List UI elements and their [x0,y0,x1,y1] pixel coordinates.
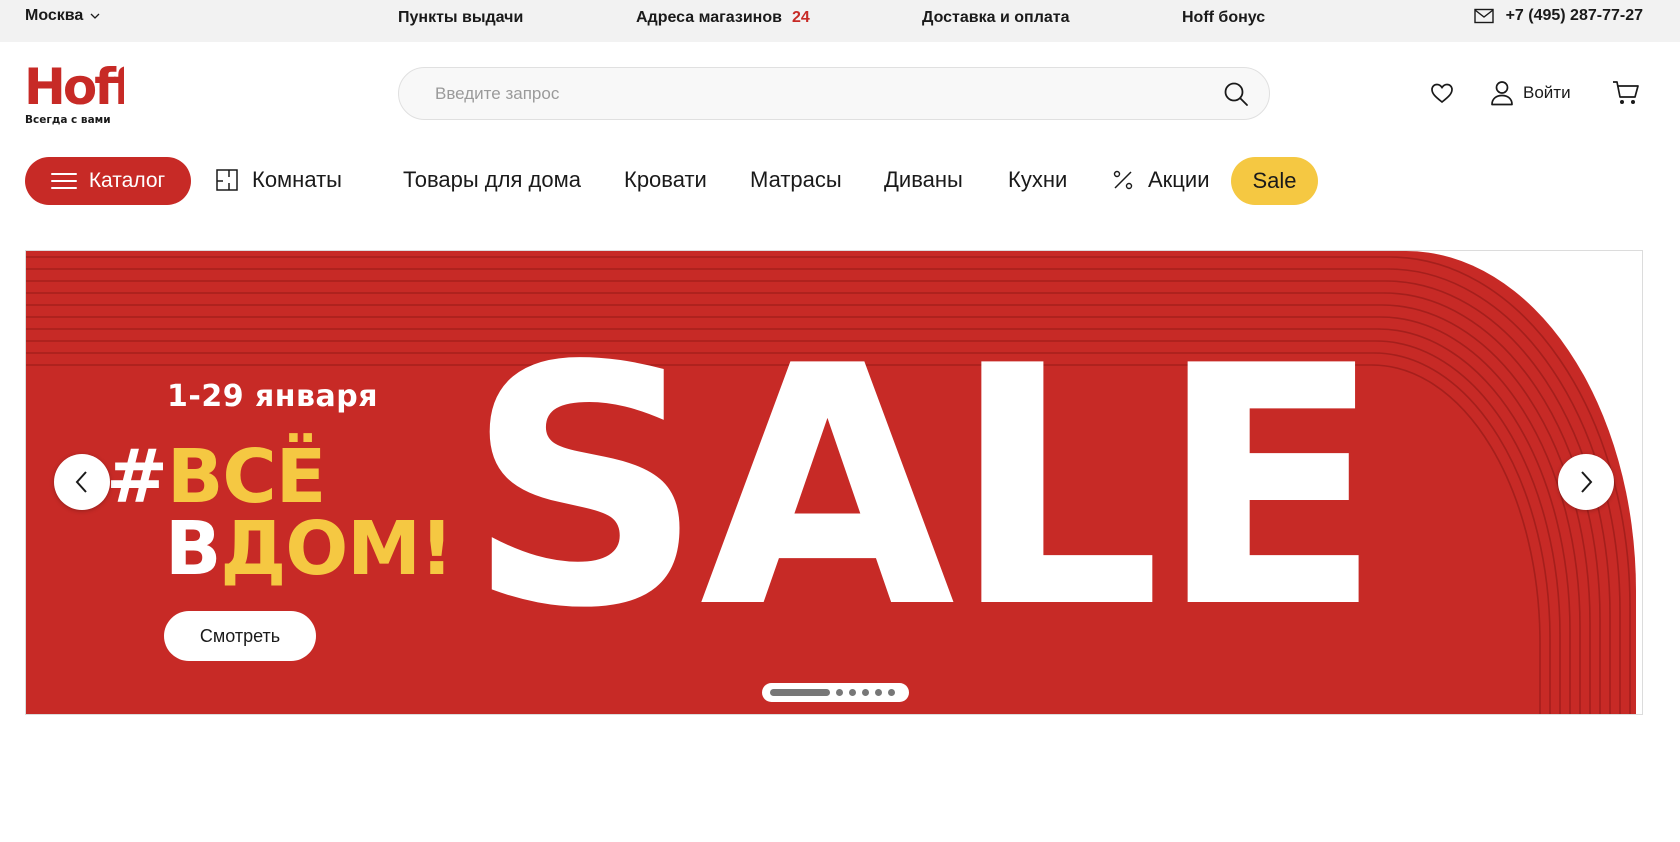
nav-sale-label: Sale [1252,168,1297,193]
mail-icon [1473,8,1494,24]
catalog-button[interactable]: Каталог [25,157,191,205]
slide-indicator[interactable] [862,689,869,696]
cart-icon[interactable] [1612,80,1640,106]
hoff-logo-mark: Hoff Всегда с вами [24,58,139,126]
top-bar: Москва Пункты выдачи Адреса магазинов 24 … [0,0,1680,42]
slide-indicator-active[interactable] [770,689,830,696]
chevron-down-icon [90,13,100,19]
slide-indicator[interactable] [849,689,856,696]
hoff-bonus-link[interactable]: Hoff бонус [1182,9,1265,27]
banner-prev-button[interactable] [54,454,110,510]
hoff-logo[interactable]: Hoff Всегда с вами [24,58,139,126]
banner-cta-button[interactable]: Смотреть [164,611,316,661]
heart-icon[interactable] [1430,81,1454,105]
nav-sofas[interactable]: Диваны [884,167,963,193]
city-selector[interactable]: Москва [25,7,101,25]
logo-tagline: Всегда с вами [25,114,111,126]
nav-mattresses[interactable]: Матрасы [750,167,842,193]
nav-promos[interactable]: Акции [1112,167,1209,193]
slide-indicator[interactable] [888,689,895,696]
hero-banner[interactable]: 1-29 января #ВСЁ ВДОМ! SALE Смотреть [25,250,1643,715]
banner-headline: SALE [466,296,1383,680]
store-count-badge: 24 [791,9,810,26]
catalog-label: Каталог [88,169,166,192]
banner-next-button[interactable] [1558,454,1614,510]
logo-wordmark: Hoff [24,58,124,116]
banner-cta-label: Смотреть [199,625,281,646]
phone-link[interactable]: +7 (495) 287-77-27 [1473,7,1643,25]
arrow-left-icon [75,471,87,493]
banner-date: 1-29 января [167,379,378,414]
slogan-line2-yellow: ДОМ! [220,506,453,592]
pickup-points-link[interactable]: Пункты выдачи [398,9,523,27]
nav-kitchens[interactable]: Кухни [1008,167,1067,193]
search-bar [398,67,1270,120]
nav-sale[interactable]: Sale [1231,157,1318,205]
user-icon [1491,81,1513,106]
phone-number: +7 (495) 287-77-27 [1505,7,1643,24]
search-icon[interactable] [1223,81,1249,107]
city-label: Москва [25,7,84,24]
slide-indicator[interactable] [836,689,843,696]
nav-rooms[interactable]: Комнаты [216,167,342,193]
nav-beds[interactable]: Кровати [624,167,707,193]
slide-indicators [762,683,909,702]
delivery-link[interactable]: Доставка и оплата [922,9,1070,27]
hamburger-icon [50,173,77,189]
store-addresses-link[interactable]: Адреса магазинов 24 [636,9,810,27]
percent-icon [1113,170,1133,190]
banner-slogan: #ВСЁ ВДОМ! [106,440,454,586]
slide-indicator[interactable] [875,689,882,696]
slogan-hash: # [106,434,168,520]
nav-home-goods[interactable]: Товары для дома [403,167,581,193]
login-label: Войти [1523,83,1571,102]
login-button[interactable]: Войти [1490,80,1571,106]
slogan-line2-white: В [165,506,221,592]
arrow-right-icon [1581,471,1593,493]
nav-promos-label: Акции [1148,167,1210,192]
rooms-icon [216,169,238,191]
store-addresses-label: Адреса магазинов [636,9,782,26]
nav-rooms-label: Комнаты [252,167,342,192]
search-input[interactable] [435,68,1195,119]
